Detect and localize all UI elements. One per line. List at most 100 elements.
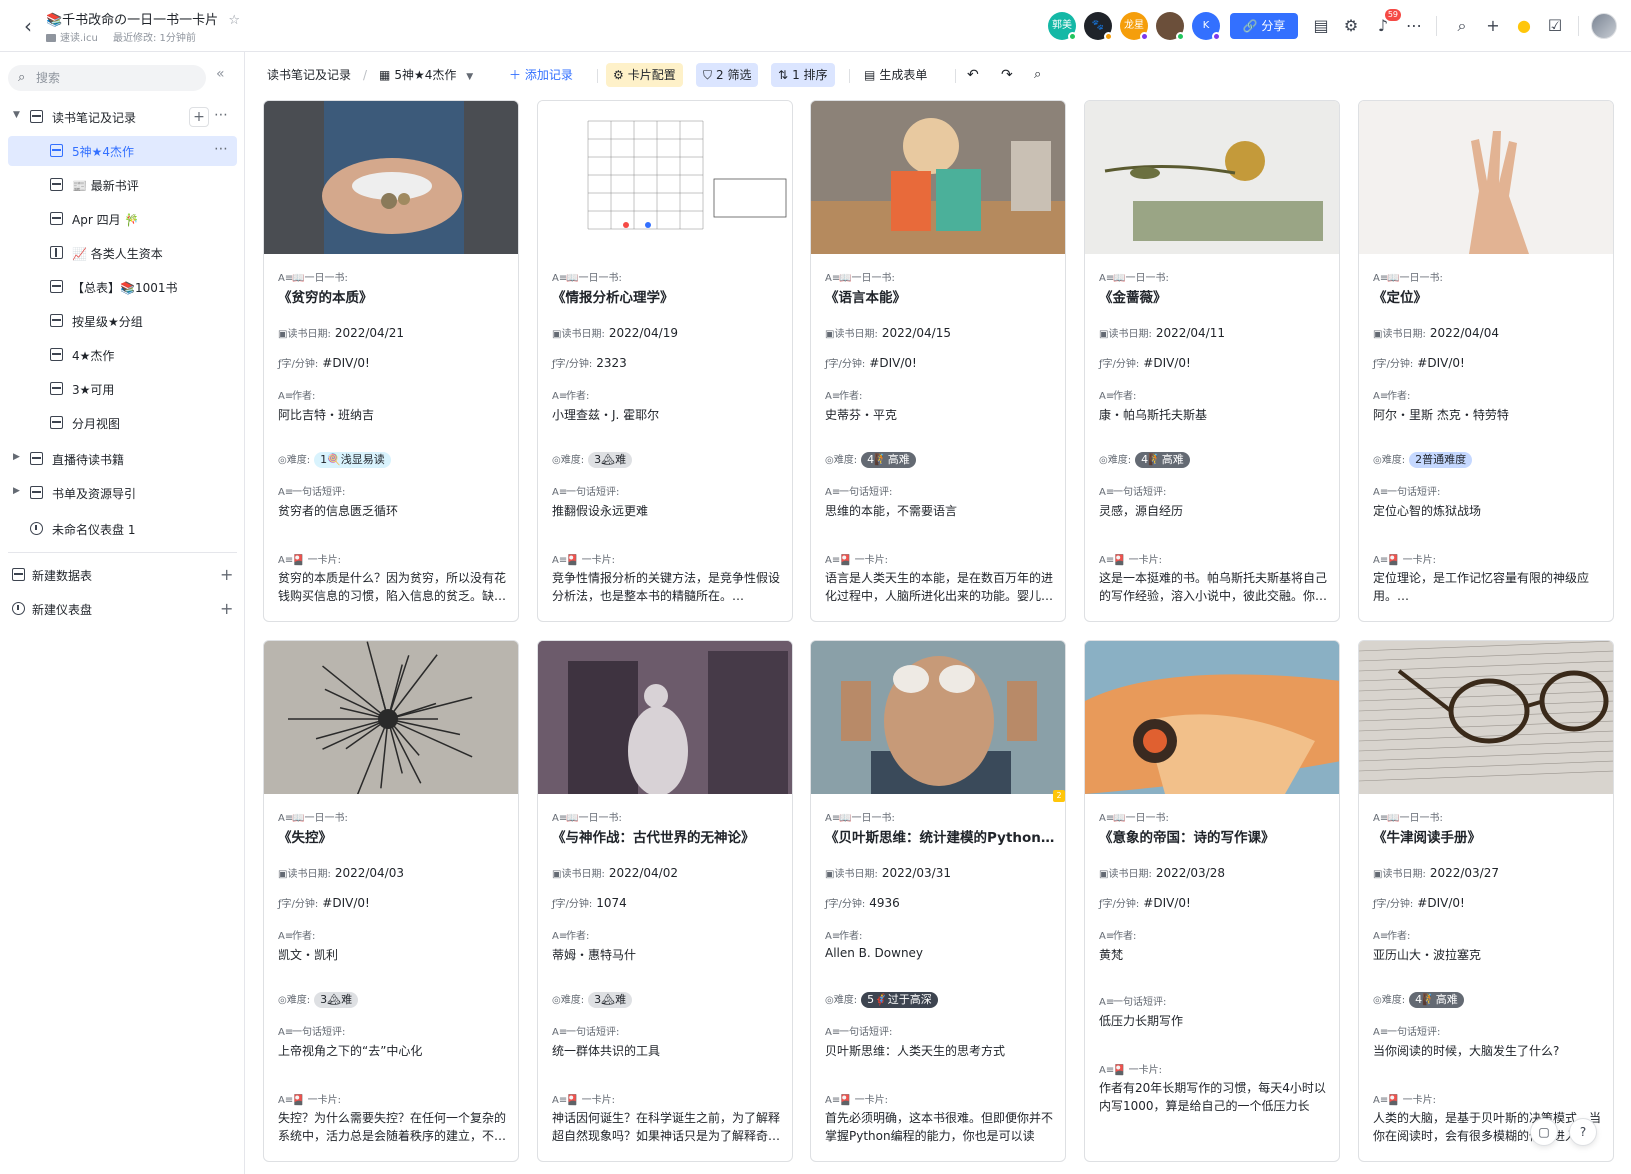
help-icon[interactable]: ? <box>1569 1118 1597 1146</box>
sidebar-item[interactable]: 按星级★分组 <box>8 306 237 336</box>
book-card[interactable]: A≡📖一日一书: 《牛津阅读手册》 ▣读书日期: 2022/03/27 ƒ字/分钟: #D… <box>1358 640 1614 1162</box>
undo-icon[interactable]: ↶ <box>967 63 979 87</box>
search-input[interactable] <box>36 69 196 87</box>
field-label-author: A≡作者: <box>1099 927 1136 942</box>
author-value: 凯文・凯利 <box>278 948 339 962</box>
add-view-icon[interactable]: + <box>189 107 209 127</box>
field-label-text: 难度: <box>1381 455 1406 466</box>
field-label-text: 字/分钟: <box>828 359 866 370</box>
book-card[interactable]: A≡📖一日一书: 《失控》 ▣读书日期: 2022/04/03 ƒ字/分钟: #DIV/0… <box>263 640 519 1162</box>
sidebar-item[interactable]: 5神★4杰作 ⋯ <box>8 136 237 166</box>
sidebar-item[interactable]: ▼ 读书笔记及记录 + ⋯ <box>8 102 237 132</box>
field-label-text: 字/分钟: <box>555 899 593 910</box>
doc-float-icon[interactable]: ▢ <box>1530 1118 1558 1146</box>
sidebar-item[interactable]: 📈 各类人生资本 <box>8 238 237 268</box>
field-label-series: A≡📖一日一书: <box>1373 269 1443 284</box>
field-label-text: 读书日期: <box>1382 329 1426 340</box>
field-label-text: 🎴 一卡片: <box>1113 1065 1162 1076</box>
generate-form-button[interactable]: ▤ 生成表单 <box>864 63 927 87</box>
sidebar-item[interactable]: Apr 四月 🎋 <box>8 204 237 234</box>
field-label-text: 字/分钟: <box>828 899 866 910</box>
author-value: 蒂姆・惠特马什 <box>552 948 637 962</box>
difficulty-field: ◎难度: 3🏔难 <box>552 451 788 468</box>
sidebar-item[interactable]: ▶ 书单及资源导引 <box>8 478 237 508</box>
back-arrow-icon[interactable]: ‹ <box>16 14 40 38</box>
doc-info-icon[interactable]: ▤ <box>1309 14 1333 38</box>
sidebar-item[interactable]: 【总表】📚1001书 <box>8 272 237 302</box>
field-label-text: 一句话短评: <box>292 1027 346 1038</box>
more-icon[interactable]: ⋯ <box>214 141 228 157</box>
sidebar-item[interactable]: 4★杰作 <box>8 340 237 370</box>
book-card[interactable]: A≡📖一日一书: 《与神作战：古代世界的无神论》 ▣读书日期: 2022/04/02 ƒ… <box>537 640 793 1162</box>
search-icon[interactable]: ⌕ <box>1450 14 1474 38</box>
more-icon[interactable]: ⋯ <box>214 107 228 123</box>
sidebar-search[interactable]: ⌕ <box>8 65 206 91</box>
collapse-sidebar-icon[interactable]: « <box>216 66 225 82</box>
book-card[interactable]: A≡📖一日一书: 《贫穷的本质》 ▣读书日期: 2022/04/21 ƒ字/分钟: #DI… <box>263 100 519 622</box>
field-label-text: 字/分钟: <box>281 899 319 910</box>
read-date-field: ▣读书日期: 2022/03/28 <box>1099 865 1335 880</box>
star-icon[interactable]: ☆ <box>228 13 240 28</box>
field-label-text: 🎴 一卡片: <box>292 1095 341 1106</box>
book-card[interactable]: A≡📖一日一书: 《情报分析心理学》 ▣读书日期: 2022/04/19 ƒ字/分钟: 2… <box>537 100 793 622</box>
sort-button[interactable]: ⇅ 1 排序 <box>771 63 835 87</box>
collaborator-avatar[interactable] <box>1156 12 1185 41</box>
collaborator-avatar[interactable]: 龙星 <box>1120 12 1149 41</box>
field-label-text: 难度: <box>1381 995 1406 1006</box>
sidebar-divider <box>8 552 237 553</box>
book-card[interactable]: A≡📖一日一书: 《语言本能》 ▣读书日期: 2022/04/15 ƒ字/分钟: #DIV… <box>810 100 1066 622</box>
book-card[interactable]: A≡📖一日一书: 《定位》 ▣读书日期: 2022/04/04 ƒ字/分钟: #DIV/0… <box>1358 100 1614 622</box>
difficulty-tag: 2普通难度 <box>1409 452 1473 468</box>
book-card[interactable]: 2A≡📖一日一书:《贝叶斯思维：统计建模的Python学习法》▣读书日期:202… <box>810 640 1066 1162</box>
field-label-series: A≡📖一日一书: <box>552 269 622 284</box>
book-title: 《定位》 <box>1373 290 1427 306</box>
field-label-text: 🎴 一卡片: <box>839 1095 888 1106</box>
checkbox-icon[interactable]: ☑ <box>1543 14 1567 38</box>
add-record-button[interactable]: ＋ 添加记录 <box>509 63 573 87</box>
sidebar-item[interactable]: 📰 最新书评 <box>8 170 237 200</box>
new-dashboard-button[interactable]: 新建仪表盘 + <box>8 594 237 624</box>
bell-icon[interactable]: ♪ 59 <box>1371 9 1401 38</box>
select-icon: ◎ <box>1373 455 1382 466</box>
collaborator-avatar[interactable]: K <box>1192 12 1221 41</box>
caret-right-icon[interactable]: ▶ <box>13 486 20 496</box>
table-name[interactable]: 读书笔记及记录 <box>267 63 351 87</box>
view-switcher[interactable]: ▦ 5神★4杰作 ▼ <box>379 63 473 87</box>
field-label-text: 难度: <box>286 995 311 1006</box>
filter-label: 2 筛选 <box>716 68 752 82</box>
field-label-text: 🎴 一卡片: <box>1387 555 1436 566</box>
sidebar-item[interactable]: ▶ 直播待读书籍 <box>8 444 237 474</box>
redo-icon[interactable]: ↷ <box>1001 63 1013 87</box>
sidebar-item[interactable]: 未命名仪表盘 1 <box>8 514 237 544</box>
plus-icon[interactable]: + <box>1481 14 1505 38</box>
plus-icon[interactable]: + <box>220 565 233 584</box>
book-title: 《失控》 <box>278 830 332 846</box>
difficulty-tag: 4🧗高难 <box>861 452 916 468</box>
find-icon[interactable]: ⌕ <box>1034 63 1041 87</box>
review-value: 贝叶斯思维：人类天生的思考方式 <box>825 1044 1006 1058</box>
field-label-review: A≡一句话短评: <box>1099 483 1166 498</box>
lightbulb-icon[interactable]: ● <box>1512 14 1536 38</box>
text-field-icon: A≡ <box>552 813 568 824</box>
sidebar-item[interactable]: 3★可用 <box>8 374 237 404</box>
sidebar-item-label: 【总表】📚1001书 <box>72 281 178 295</box>
plus-icon[interactable]: + <box>220 599 233 618</box>
book-card[interactable]: A≡📖一日一书: 《意象的帝国：诗的写作课》 ▣读书日期: 2022/03/28 ƒ字/… <box>1084 640 1340 1162</box>
gallery-icon <box>50 144 63 157</box>
bot-icon[interactable]: ⚙ <box>1339 14 1363 38</box>
more-icon[interactable]: ⋯ <box>1402 14 1426 38</box>
share-button[interactable]: 🔗 分享 <box>1230 13 1298 39</box>
collaborator-avatar[interactable]: 郭美 <box>1048 12 1077 41</box>
caret-down-icon[interactable]: ▼ <box>13 110 20 120</box>
book-card[interactable]: A≡📖一日一书: 《金蔷薇》 ▣读书日期: 2022/04/11 ƒ字/分钟: #DIV/… <box>1084 100 1340 622</box>
filter-button[interactable]: ⛉ 2 筛选 <box>696 63 759 87</box>
collaborator-avatar[interactable]: 🐾 <box>1084 12 1113 41</box>
new-table-button[interactable]: 新建数据表 + <box>8 560 237 590</box>
text-field-icon: A≡ <box>825 391 841 402</box>
sidebar-item[interactable]: 分月视图 <box>8 408 237 438</box>
user-avatar[interactable] <box>1591 13 1617 39</box>
caret-right-icon[interactable]: ▶ <box>13 452 20 462</box>
speed-value: 1074 <box>596 896 627 910</box>
card-config-button[interactable]: ⚙ 卡片配置 <box>606 63 683 87</box>
workspace-link[interactable]: 速读.icu <box>60 33 98 44</box>
